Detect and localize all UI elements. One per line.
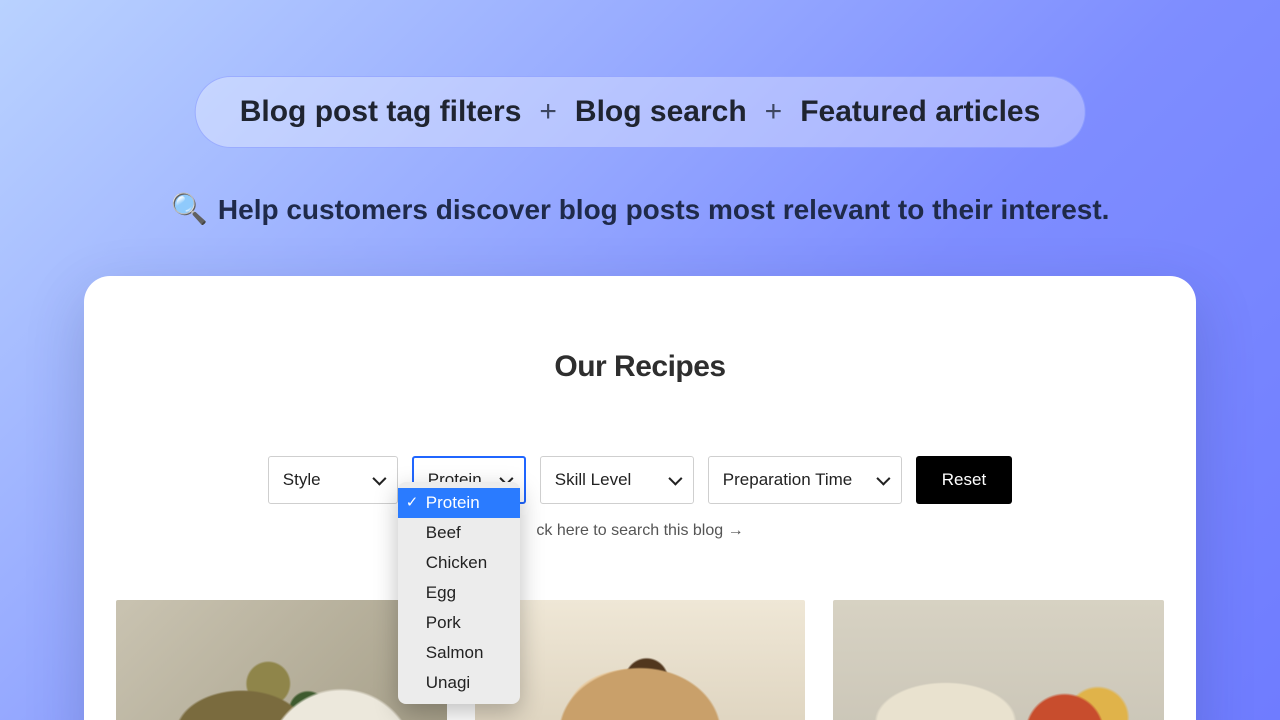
chevron-down-icon (372, 472, 386, 486)
article-thumbnail[interactable] (475, 600, 806, 720)
reset-button[interactable]: Reset (916, 456, 1012, 504)
skill-level-select[interactable]: Skill Level (540, 456, 694, 504)
pill-feature-a: Blog post tag filters (240, 95, 522, 129)
tagline-text: Help customers discover blog posts most … (218, 194, 1110, 226)
search-blog-link[interactable]: ck here to search this blog → (84, 522, 1196, 540)
protein-option[interactable]: Egg (398, 578, 520, 608)
article-thumbnails (116, 600, 1164, 720)
pill-feature-b: Blog search (575, 95, 747, 129)
tagline: 🔍 Help customers discover blog posts mos… (171, 192, 1110, 227)
protein-option[interactable]: Beef (398, 518, 520, 548)
style-select[interactable]: Style (268, 456, 398, 504)
pill-feature-c: Featured articles (800, 95, 1040, 129)
magnifier-icon: 🔍 (171, 192, 208, 227)
protein-dropdown: ProteinBeefChickenEggPorkSalmonUnagi (398, 482, 520, 704)
protein-option[interactable]: Salmon (398, 638, 520, 668)
search-blog-text: ck here to search this blog (536, 522, 723, 539)
skill-level-select-label: Skill Level (555, 470, 632, 490)
page-title: Our Recipes (84, 350, 1196, 384)
arrow-right-icon: → (728, 522, 744, 539)
article-thumbnail[interactable] (833, 600, 1164, 720)
pill-plus-1: + (539, 95, 557, 129)
pill-plus-2: + (765, 95, 783, 129)
prep-time-select[interactable]: Preparation Time (708, 456, 902, 504)
chevron-down-icon (876, 472, 890, 486)
protein-option[interactable]: Protein (398, 488, 520, 518)
chevron-down-icon (668, 472, 682, 486)
protein-option[interactable]: Chicken (398, 548, 520, 578)
style-select-label: Style (283, 470, 321, 490)
protein-select[interactable]: Protein ProteinBeefChickenEggPorkSalmonU… (412, 456, 526, 504)
feature-pill: Blog post tag filters + Blog search + Fe… (195, 76, 1086, 148)
protein-option[interactable]: Unagi (398, 668, 520, 698)
app-preview-card: Our Recipes Style Protein ProteinBeefChi… (84, 276, 1196, 720)
filter-bar: Style Protein ProteinBeefChickenEggPorkS… (84, 456, 1196, 504)
protein-option[interactable]: Pork (398, 608, 520, 638)
prep-time-select-label: Preparation Time (723, 470, 852, 490)
